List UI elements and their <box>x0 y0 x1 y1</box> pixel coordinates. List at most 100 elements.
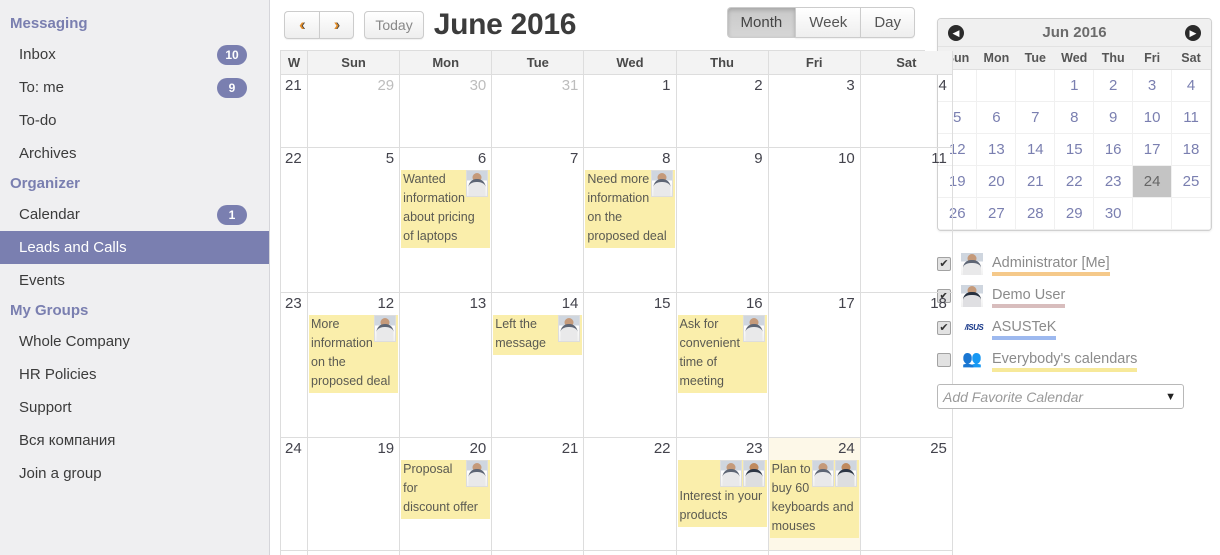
mini-day-cell[interactable]: 4 <box>1171 69 1211 102</box>
day-cell[interactable] <box>308 551 401 555</box>
day-cell[interactable]: 2 <box>676 75 769 148</box>
mini-day-cell[interactable]: 18 <box>1171 133 1211 166</box>
day-cell[interactable]: 30 <box>400 75 493 148</box>
sidebar-item-hr-policies[interactable]: HR Policies <box>0 358 269 391</box>
mini-day-header-tue: Tue <box>1015 47 1055 70</box>
calendar-event[interactable]: More information on the proposed deal <box>309 315 399 393</box>
day-cell[interactable]: 29 <box>308 75 401 148</box>
day-cell[interactable]: 3 <box>768 75 861 148</box>
sidebar-item-calendar[interactable]: Calendar 1 <box>0 198 269 231</box>
sidebar-item-inbox[interactable]: Inbox 10 <box>0 38 269 71</box>
mini-day-cell[interactable]: 30 <box>1093 197 1134 230</box>
day-cell[interactable]: 22 <box>584 438 677 551</box>
day-cell[interactable] <box>400 551 493 555</box>
day-cell[interactable]: 17 <box>768 293 861 438</box>
day-cell[interactable]: 16 Ask for convenient time of meeting <box>676 293 769 438</box>
day-cell[interactable]: 18 <box>860 293 953 438</box>
today-button[interactable]: Today <box>364 10 424 40</box>
prev-month-button[interactable]: ‹ <box>284 11 319 39</box>
mini-day-cell[interactable]: 8 <box>1054 101 1095 134</box>
day-cell[interactable]: 21 <box>492 438 585 551</box>
mini-day-cell[interactable]: 7 <box>1015 101 1056 134</box>
calendar-event[interactable]: Left the message <box>493 315 583 355</box>
calendar-event[interactable]: Wanted information about pricing of lapt… <box>401 170 491 248</box>
day-cell[interactable]: 6 Wanted information about pricing of lap… <box>400 148 493 293</box>
day-cell[interactable]: 7 <box>492 148 585 293</box>
day-cell[interactable] <box>492 551 585 555</box>
view-button-week[interactable]: Week <box>795 7 861 39</box>
mini-day-cell[interactable]: 15 <box>1054 133 1095 166</box>
day-header-fri: Fri <box>768 51 861 75</box>
mini-day-cell[interactable]: 23 <box>1093 165 1134 198</box>
mini-day-cell[interactable]: 22 <box>1054 165 1095 198</box>
sidebar-item-archives[interactable]: Archives <box>0 137 269 170</box>
sidebar-item-to-me[interactable]: To: me 9 <box>0 71 269 104</box>
day-cell[interactable]: 15 <box>584 293 677 438</box>
calendar-event[interactable]: Proposal for discount offer <box>401 460 491 519</box>
day-cell[interactable]: 25 <box>860 438 953 551</box>
view-button-day[interactable]: Day <box>860 7 915 39</box>
day-cell[interactable]: 8 Need more information on the proposed d… <box>584 148 677 293</box>
calendar-event[interactable]: Need more information on the proposed de… <box>585 170 675 248</box>
day-cell[interactable] <box>584 551 677 555</box>
calendar-name-administrator-me[interactable]: Administrator [Me] <box>992 255 1110 276</box>
day-cell[interactable] <box>677 551 769 555</box>
mini-next-icon[interactable]: ▶ <box>1185 25 1201 41</box>
mini-day-cell[interactable]: 3 <box>1132 69 1173 102</box>
mini-day-cell[interactable]: 11 <box>1171 101 1211 134</box>
sidebar-item-leads-and-calls[interactable]: Leads and Calls <box>0 231 269 264</box>
day-cell[interactable]: 9 <box>676 148 769 293</box>
sidebar-item-events[interactable]: Events <box>0 264 269 297</box>
day-cell[interactable]: 14 Left the message <box>492 293 585 438</box>
mini-day-cell[interactable]: 27 <box>976 197 1017 230</box>
calendar-name-demo-user[interactable]: Demo User <box>992 287 1066 308</box>
day-cell[interactable]: 19 <box>308 438 401 551</box>
day-cell[interactable]: 24 Plan to buy 60 keyboards and mouses <box>768 438 861 551</box>
calendar-event[interactable]: Plan to buy 60 keyboards and mouses <box>769 460 859 538</box>
mini-day-cell[interactable]: 20 <box>976 165 1017 198</box>
day-cell[interactable]: 20 Proposal for discount offer <box>400 438 493 551</box>
day-cell[interactable]: 11 <box>860 148 953 293</box>
calendar-name-everybody-s-calendars[interactable]: Everybody's calendars <box>992 351 1138 372</box>
calendar-event[interactable]: Interest in your products <box>677 460 767 527</box>
mini-day-cell[interactable]: 25 <box>1171 165 1211 198</box>
mini-day-cell[interactable]: 21 <box>1015 165 1056 198</box>
sidebar-item-support[interactable]: Support <box>0 391 269 424</box>
mini-prev-icon[interactable]: ◀ <box>948 25 964 41</box>
day-cell[interactable]: 13 <box>400 293 493 438</box>
sidebar-item-join-a-group[interactable]: Join a group <box>0 457 269 490</box>
day-cell[interactable]: 23 Interest in your products <box>676 438 769 551</box>
calendar-event[interactable]: Ask for convenient time of meeting <box>677 315 767 393</box>
calendar-name-asustek[interactable]: ASUSTeK <box>992 319 1057 340</box>
day-cell[interactable]: 10 <box>768 148 861 293</box>
next-month-button[interactable]: › <box>318 11 355 39</box>
mini-day-cell[interactable]: 29 <box>1054 197 1095 230</box>
day-number: 5 <box>385 150 395 167</box>
day-cell[interactable]: 31 <box>492 75 585 148</box>
mini-day-cell[interactable]: 16 <box>1093 133 1134 166</box>
mini-day-cell[interactable]: 14 <box>1015 133 1056 166</box>
month-week-row-partial <box>281 551 953 555</box>
day-cell[interactable] <box>769 551 861 555</box>
sidebar-item-to-do[interactable]: To-do <box>0 104 269 137</box>
sidebar-item-whole-company[interactable]: Whole Company <box>0 325 269 358</box>
mini-day-cell[interactable]: 28 <box>1015 197 1056 230</box>
sidebar-item-вся-компания[interactable]: Вся компания <box>0 424 269 457</box>
mini-day-cell[interactable]: 1 <box>1054 69 1095 102</box>
day-cell[interactable]: 12 More information on the proposed deal <box>308 293 401 438</box>
day-cell[interactable]: 1 <box>584 75 677 148</box>
mini-day-cell[interactable]: 17 <box>1132 133 1173 166</box>
mini-day-cell[interactable]: 9 <box>1093 101 1134 134</box>
add-favorite-calendar-select[interactable]: Add Favorite Calendar ▼ <box>937 383 1184 409</box>
day-cell[interactable] <box>861 551 953 555</box>
mini-day-cell[interactable]: 2 <box>1093 69 1134 102</box>
mini-day-cell[interactable]: 6 <box>976 101 1017 134</box>
mini-day-cell[interactable]: 10 <box>1132 101 1173 134</box>
day-cell[interactable]: 4 <box>860 75 953 148</box>
day-cell[interactable]: 5 <box>308 148 401 293</box>
mini-day-cell[interactable]: 24 <box>1132 165 1173 198</box>
day-number: 17 <box>838 295 855 312</box>
mini-calendar-table: Sun Mon Tue Wed Thu Fri Sat 1 2 3 4 5 6 7 8 9 10 11 12 13 14… <box>938 47 1211 230</box>
view-button-month[interactable]: Month <box>726 7 796 39</box>
mini-day-cell[interactable]: 13 <box>976 133 1017 166</box>
